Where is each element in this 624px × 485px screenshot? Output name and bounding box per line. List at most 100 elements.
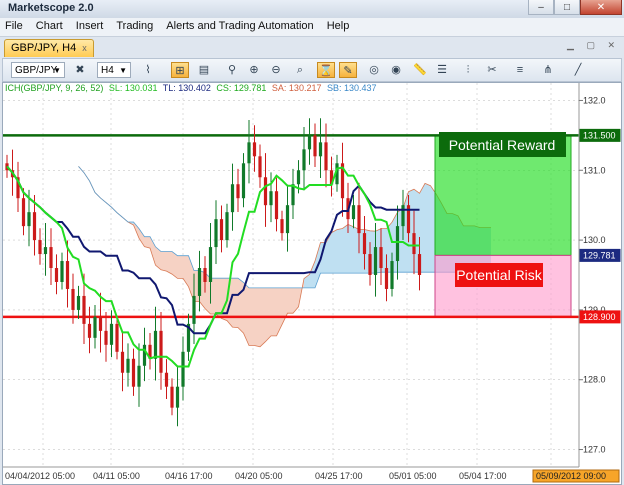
candle-body: [181, 351, 185, 387]
candle-body: [164, 372, 169, 387]
y-tick-label: 131.0: [583, 165, 606, 175]
candle-body: [60, 261, 64, 282]
cloud-segment: [348, 224, 354, 274]
globe-icon[interactable]: ◉: [387, 62, 405, 78]
menu-trading[interactable]: Trading: [111, 18, 158, 32]
candle-body: [98, 316, 103, 331]
y-tick-label: 128.0: [583, 375, 606, 385]
x-tick-label: 05/01 05:00: [389, 471, 437, 481]
cloud-segment: [287, 287, 293, 314]
candle-body: [131, 358, 136, 387]
candle-body: [76, 295, 81, 310]
cloud-segment: [144, 236, 150, 249]
candle-body: [258, 156, 262, 178]
price-chart[interactable]: 127.0128.0129.0130.0131.0132.0131.500129…: [3, 83, 621, 484]
menu-alerts[interactable]: Alerts and Trading Automation: [161, 18, 318, 32]
cloud-segment: [331, 229, 337, 274]
x-tick-label: 04/20 05:00: [235, 471, 283, 481]
price-marker-label: 131.500: [583, 130, 616, 140]
candle-body: [313, 135, 317, 157]
maximize-button[interactable]: □: [554, 0, 580, 15]
candle-body: [417, 254, 422, 275]
candle-body: [192, 295, 196, 324]
last-time-label: 05/09/2012 09:00: [536, 471, 606, 481]
close-button[interactable]: ✕: [580, 0, 622, 15]
indicator-sa: SA: 130.217: [272, 83, 322, 93]
ruler-icon[interactable]: 📏: [411, 62, 429, 78]
candle-body: [274, 191, 279, 220]
candle-body: [43, 247, 48, 255]
candle-body: [65, 261, 70, 289]
candle-body: [142, 344, 147, 366]
lines-icon[interactable]: ≡: [511, 62, 529, 78]
candle-body: [362, 233, 367, 255]
trendline-icon[interactable]: ╱: [569, 62, 587, 78]
menu-help[interactable]: Help: [322, 18, 355, 32]
menu-bar: File Chart Insert Trading Alerts and Tra…: [0, 18, 624, 37]
candle-body: [54, 268, 59, 282]
timeframe-select[interactable]: H4 ▼: [97, 62, 131, 78]
reward-label: Potential Reward: [449, 137, 556, 153]
candle-body: [241, 163, 246, 199]
indicator-icon[interactable]: ⚲: [223, 62, 241, 78]
candle-body: [324, 142, 328, 171]
menu-file[interactable]: File: [0, 18, 28, 32]
menu-chart[interactable]: Chart: [31, 18, 68, 32]
crosshair-icon[interactable]: ⊞: [171, 62, 189, 78]
candle-body: [384, 268, 389, 289]
window-controls: – □ ✕: [528, 0, 622, 16]
minimize-button[interactable]: –: [528, 0, 554, 15]
chevron-down-icon: ▼: [53, 66, 61, 75]
x-tick-label: 04/11 05:00: [93, 471, 140, 481]
pause-icon[interactable]: ⌛: [317, 62, 335, 78]
indicator-tl: TL: 130.402: [163, 83, 211, 93]
tab-chart[interactable]: GBP/JPY, H4 x: [4, 39, 94, 57]
data-window-icon[interactable]: ▤: [195, 62, 213, 78]
candle-body: [280, 219, 284, 234]
trend-tool-icon[interactable]: ✂: [483, 62, 501, 78]
candle-body: [32, 212, 37, 241]
chart-type-icon[interactable]: ⌇: [139, 62, 157, 78]
annotation-icon[interactable]: ✎: [339, 62, 357, 78]
zoom-tool-icon[interactable]: ⌕: [291, 62, 309, 78]
risk-reward-boxes: [434, 134, 572, 318]
chart-area[interactable]: 127.0 128.0 129.0 130.0 131.0 132.0 131.500 129…: [2, 82, 622, 485]
candle-body: [285, 205, 290, 234]
candle-body: [236, 184, 240, 199]
indicator-sl: SL: 130.031: [109, 83, 158, 93]
candle-body: [203, 268, 207, 282]
chart-toolbar: GBP/JPY ▼ ✖ H4 ▼ ⌇ ⊞ ▤ ⚲ ⊕ ⊖ ⌕ ⌛ ✎ ◎ ◉ 📏…: [2, 58, 622, 82]
candle-body: [93, 316, 97, 338]
fibonacci-icon[interactable]: ⫶: [459, 62, 477, 78]
zoom-out-icon[interactable]: ⊖: [267, 62, 285, 78]
indicator-name: ICH(GBP/JPY, 9, 26, 52): [5, 83, 103, 93]
cloud-segment: [337, 228, 343, 274]
cloud-segment: [238, 278, 244, 334]
candle-body: [159, 330, 163, 373]
menu-insert[interactable]: Insert: [71, 18, 109, 32]
candle-body: [137, 365, 141, 387]
candle-body: [318, 142, 323, 157]
candle-body: [115, 323, 119, 352]
candle-body: [247, 142, 251, 164]
price-marker-label: 128.900: [583, 312, 616, 322]
cloud-segment: [271, 287, 277, 336]
candle-body: [230, 184, 235, 213]
timeframe-value: H4: [101, 65, 114, 76]
candle-body: [401, 205, 405, 227]
tab-label: GBP/JPY, H4: [11, 42, 77, 54]
candle-body: [351, 205, 356, 220]
remove-icon[interactable]: ✖: [71, 62, 89, 78]
tab-close-icon[interactable]: x: [82, 43, 87, 53]
cloud-segment: [342, 224, 348, 274]
pitchfork-icon[interactable]: ⋔: [539, 62, 557, 78]
candle-body: [175, 386, 180, 408]
signal-icon[interactable]: ◎: [365, 62, 383, 78]
symbol-select[interactable]: GBP/JPY ▼: [11, 62, 65, 78]
title-bar: Marketscope 2.0 – □ ✕: [0, 0, 624, 18]
cloud-segment: [161, 251, 167, 272]
zoom-in-icon[interactable]: ⊕: [245, 62, 263, 78]
candle-body: [120, 351, 125, 373]
y-tick-label: 130.0: [583, 235, 606, 245]
levels-icon[interactable]: ☰: [433, 62, 451, 78]
